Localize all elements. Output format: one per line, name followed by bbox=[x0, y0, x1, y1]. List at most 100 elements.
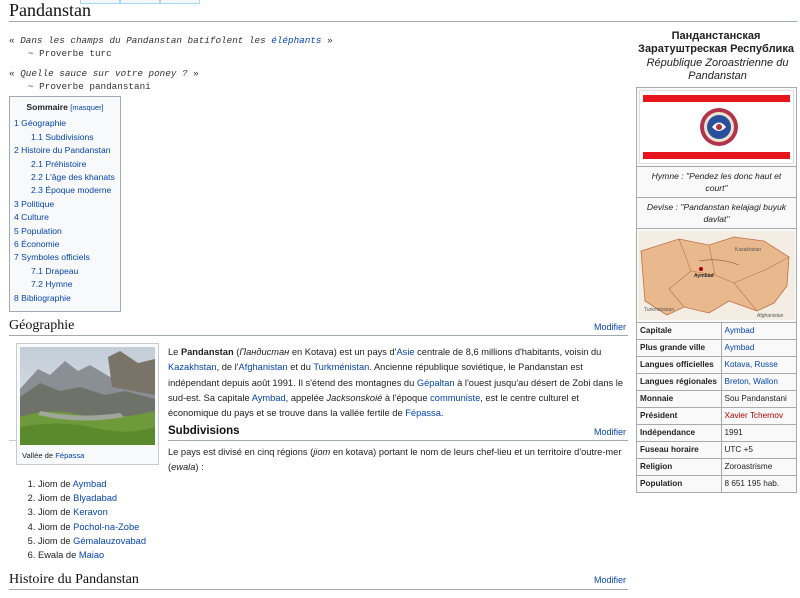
text-span: . bbox=[440, 408, 444, 419]
caption-link-fepassa[interactable]: Fépassa bbox=[55, 451, 84, 460]
toc-item[interactable]: 7.1 Drapeau bbox=[14, 265, 116, 278]
infobox-value[interactable]: Kotava, Russe bbox=[721, 356, 796, 374]
region-link[interactable]: Gémalauzovabad bbox=[73, 536, 146, 546]
toc-item[interactable]: 8 Bibliographie bbox=[14, 292, 116, 305]
toc-item-label[interactable]: Histoire du Pandanstan bbox=[21, 145, 110, 155]
inline-link[interactable]: Turkménistan bbox=[313, 362, 369, 372]
list-item-prefix: Ewala de bbox=[38, 550, 79, 561]
infobox-key: Fuseau horaire bbox=[637, 441, 722, 459]
region-link[interactable]: Aymbad bbox=[73, 479, 107, 489]
toc-item[interactable]: 6 Économie bbox=[14, 238, 116, 251]
toc-item-label[interactable]: Économie bbox=[21, 239, 59, 249]
inline-link[interactable]: Fépassa bbox=[405, 408, 441, 418]
inline-link[interactable]: Afghanistan bbox=[239, 362, 288, 372]
inline-link[interactable]: Kazakhstan bbox=[168, 362, 217, 372]
toc-item[interactable]: 4 Culture bbox=[14, 211, 116, 224]
toc-item[interactable]: 5 Population bbox=[14, 225, 116, 238]
infobox-key: Monnaie bbox=[637, 390, 722, 408]
toc-item-number[interactable]: 1.1 bbox=[31, 132, 43, 142]
infobox-key: Plus grande ville bbox=[637, 339, 722, 357]
toc-item[interactable]: 2 Histoire du Pandanstan bbox=[14, 144, 116, 157]
infobox-value[interactable]: Aymbad bbox=[721, 322, 796, 340]
quote-1: « Dans les champs du Pandanstan batifole… bbox=[9, 35, 333, 46]
list-item: Jiom de Aymbad bbox=[38, 477, 146, 491]
heading-subdivisions: Subdivisions bbox=[168, 425, 240, 437]
infobox-row: Président Xavier Tchernov bbox=[637, 407, 796, 425]
edit-histoire-link[interactable]: Modifier bbox=[594, 575, 626, 585]
toc-item[interactable]: 1.1 Subdivisions bbox=[14, 131, 116, 144]
toc-item-number[interactable]: 2.3 bbox=[31, 185, 43, 195]
toc-item-label[interactable]: Population bbox=[21, 226, 62, 236]
toc-item-label[interactable]: Époque moderne bbox=[45, 185, 111, 195]
toc-item-label[interactable]: Subdivisions bbox=[45, 132, 93, 142]
inline-link[interactable]: communiste bbox=[430, 393, 480, 403]
toc-item[interactable]: 2.1 Préhistoire bbox=[14, 158, 116, 171]
subdiv-divider bbox=[168, 440, 628, 441]
quote-link-elephants[interactable]: éléphants bbox=[271, 35, 321, 46]
infobox-value[interactable]: Xavier Tchernov bbox=[721, 407, 796, 425]
toc-item-label[interactable]: Symboles officiels bbox=[21, 252, 90, 262]
toc-item-label[interactable]: L'âge des khanats bbox=[45, 172, 115, 182]
toc-item-number[interactable]: 7 bbox=[14, 252, 19, 262]
infobox-value: 1991 bbox=[721, 424, 796, 442]
infobox-value[interactable]: Breton, Wallon bbox=[721, 373, 796, 391]
map-label-aymbad: Aymbad bbox=[694, 273, 714, 279]
toc-item[interactable]: 7 Symboles officiels bbox=[14, 251, 116, 264]
toc-item-number[interactable]: 6 bbox=[14, 239, 19, 249]
toc-item-label[interactable]: Géographie bbox=[21, 118, 66, 128]
infobox-table: Capitale Aymbad Plus grande ville Aymbad Lan… bbox=[637, 322, 796, 492]
region-link[interactable]: Pochol-na-Zobe bbox=[73, 522, 139, 532]
subdiv-paragraph: Le pays est divisé en cinq régions (jiom… bbox=[168, 445, 623, 476]
toc-item-number[interactable]: 1 bbox=[14, 118, 19, 128]
inline-link[interactable]: Gépaltan bbox=[417, 378, 455, 388]
toc-item[interactable]: 2.3 Époque moderne bbox=[14, 184, 116, 197]
flag-stripe-top bbox=[643, 95, 790, 102]
list-item: Jiom de Keravon bbox=[38, 505, 146, 519]
list-item-prefix: Jiom de bbox=[38, 507, 74, 518]
region-link[interactable]: Maiao bbox=[79, 550, 104, 560]
toc-item[interactable]: 1 Géographie bbox=[14, 117, 116, 130]
infobox-row: Indépendance 1991 bbox=[637, 424, 796, 442]
edit-geographie-link[interactable]: Modifier bbox=[594, 322, 626, 332]
toc-item-label[interactable]: Bibliographie bbox=[21, 293, 71, 303]
toc-item-label[interactable]: Politique bbox=[21, 199, 54, 209]
toc-item-number[interactable]: 5 bbox=[14, 226, 19, 236]
region-link[interactable]: Keravon bbox=[73, 507, 108, 517]
toc-item-number[interactable]: 3 bbox=[14, 199, 19, 209]
toc-item-number[interactable]: 2 bbox=[14, 145, 19, 155]
toc-item-number[interactable]: 8 bbox=[14, 293, 19, 303]
quote-2: « Quelle sauce sur votre poney ? » bbox=[9, 68, 199, 79]
text-span: jiom bbox=[313, 447, 331, 457]
inline-link[interactable]: Aymbad bbox=[252, 393, 286, 403]
infobox-key: Capitale bbox=[637, 322, 722, 340]
edit-subdivisions-link[interactable]: Modifier bbox=[594, 427, 626, 437]
flag-image[interactable] bbox=[639, 90, 794, 164]
toc-item-number[interactable]: 7.1 bbox=[31, 266, 43, 276]
toc-item[interactable]: 3 Politique bbox=[14, 198, 116, 211]
infobox-subtitle: République Zoroastrienne du Pandanstan bbox=[646, 57, 789, 82]
emblem-icon bbox=[700, 108, 738, 146]
toc-item[interactable]: 7.2 Hymne bbox=[14, 278, 116, 291]
infobox-value[interactable]: Aymbad bbox=[721, 339, 796, 357]
country-map[interactable]: Kazakhstan Turkménistan Aymbad Afghanist… bbox=[637, 228, 796, 322]
list-item-prefix: Jiom de bbox=[38, 493, 74, 504]
title-divider bbox=[9, 21, 797, 22]
toc-item-label[interactable]: Drapeau bbox=[45, 266, 78, 276]
infobox-value: Sou Pandanstani bbox=[721, 390, 796, 408]
region-link[interactable]: Blyadabad bbox=[73, 493, 117, 503]
text-span: ) : bbox=[195, 462, 204, 473]
toc-item-number[interactable]: 2.2 bbox=[31, 172, 43, 182]
toc-item[interactable]: 2.2 L'âge des khanats bbox=[14, 171, 116, 184]
country-infobox: Панданстанская Заратуштреская Республика… bbox=[635, 27, 797, 493]
infobox-value: 8 651 195 hab. bbox=[721, 475, 796, 492]
toc-item-number[interactable]: 2.1 bbox=[31, 159, 43, 169]
toc-item-label[interactable]: Hymne bbox=[45, 279, 72, 289]
toc-item-number[interactable]: 4 bbox=[14, 212, 19, 222]
toc-item-label[interactable]: Culture bbox=[21, 212, 49, 222]
toc-item-number[interactable]: 7.2 bbox=[31, 279, 43, 289]
toc-toggle[interactable]: [masquer] bbox=[70, 103, 103, 112]
valley-photo[interactable] bbox=[20, 347, 155, 445]
inline-link[interactable]: Asie bbox=[396, 347, 414, 357]
toc-item-label[interactable]: Préhistoire bbox=[45, 159, 86, 169]
infobox-body: Hymne : "Pendez les donc haut et court" … bbox=[636, 87, 797, 493]
